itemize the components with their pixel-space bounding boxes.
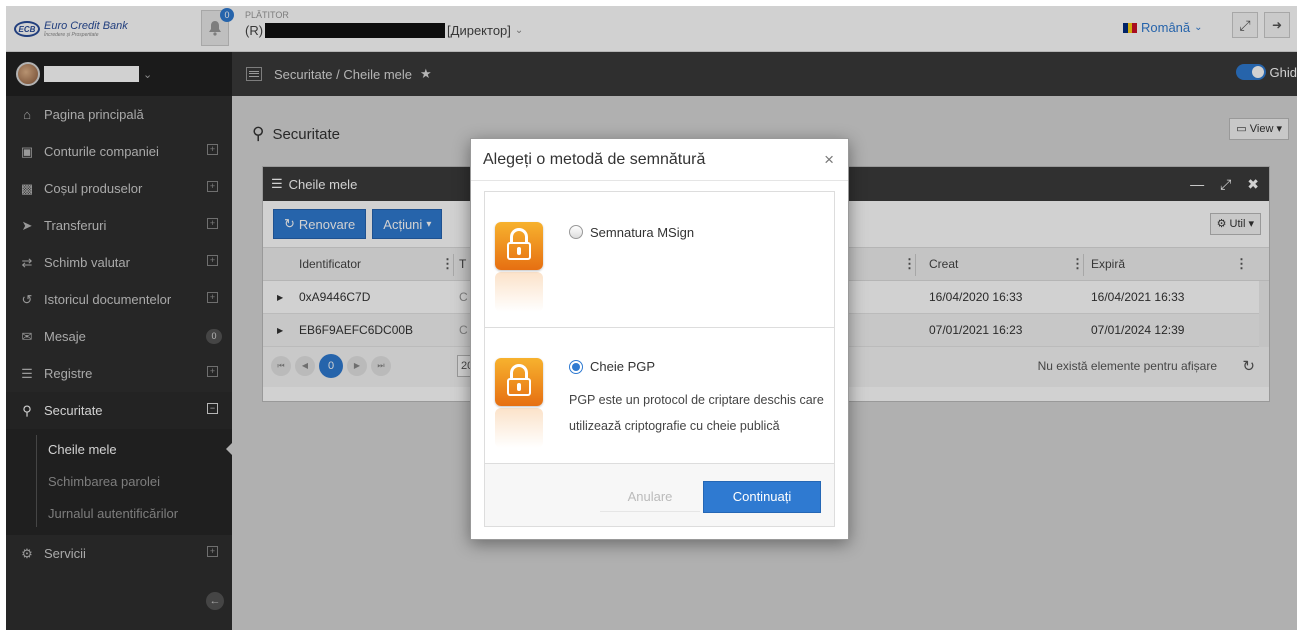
pgp-radio[interactable] <box>569 360 583 374</box>
msign-radio[interactable] <box>569 225 583 239</box>
msign-label: Semnatura MSign <box>590 225 695 240</box>
lock-icon <box>495 222 545 314</box>
option-msign[interactable]: Semnatura MSign <box>485 192 834 328</box>
dialog-footer: Anulare Continuați <box>485 464 834 526</box>
close-icon[interactable]: × <box>824 150 834 170</box>
pgp-label: Cheie PGP <box>590 359 656 374</box>
dialog-title: Alegeți o metodă de semnătură × <box>471 139 848 181</box>
signature-method-dialog: Alegeți o metodă de semnătură × Semnatur… <box>470 138 849 540</box>
option-pgp[interactable]: Cheie PGP PGP este un protocol de cripta… <box>485 328 834 464</box>
pgp-description: PGP este un protocol de criptare deschis… <box>569 393 824 433</box>
continue-button[interactable]: Continuați <box>703 481 821 513</box>
app-window: ECB Euro Credit Bank Încredere și Prospe… <box>6 6 1297 630</box>
cancel-button[interactable]: Anulare <box>600 482 700 512</box>
lock-icon <box>495 358 545 450</box>
dialog-body: Semnatura MSign Cheie PGP PGP este un pr… <box>484 191 835 527</box>
